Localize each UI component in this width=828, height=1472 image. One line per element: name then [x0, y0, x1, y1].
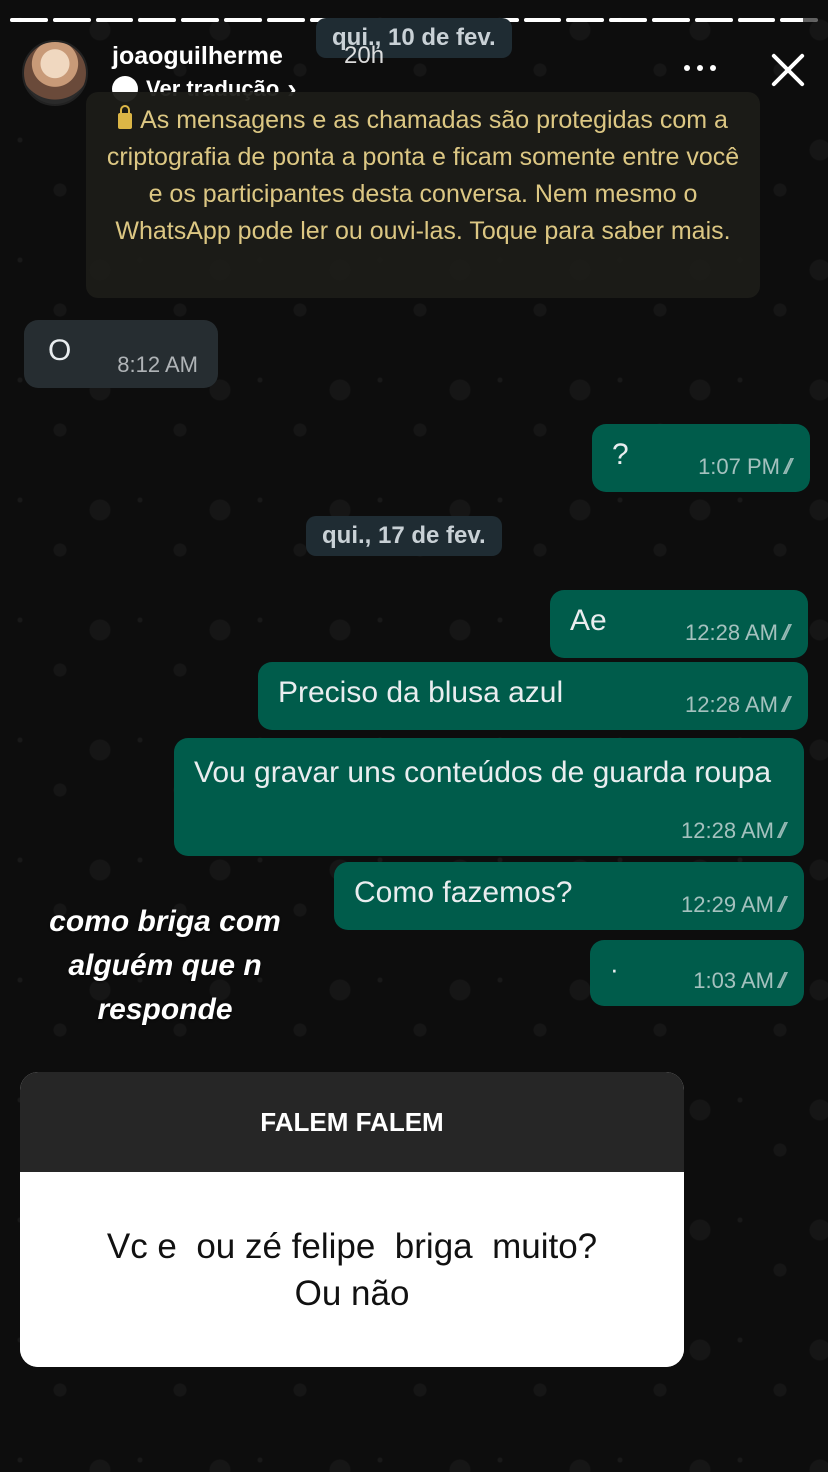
message-text: Como fazemos? — [354, 876, 573, 909]
message-bubble-outgoing[interactable]: · 1:03 AM // — [590, 940, 804, 1006]
message-meta: 1:07 PM // — [698, 454, 794, 480]
message-bubble-outgoing[interactable]: Preciso da blusa azul 12:28 AM // — [258, 662, 808, 730]
avatar[interactable] — [22, 40, 88, 106]
message-time: 1:07 PM — [698, 454, 780, 479]
lock-icon — [118, 105, 133, 129]
progress-segment — [138, 18, 177, 22]
message-text: Preciso da blusa azul — [278, 676, 564, 709]
more-options-icon[interactable] — [680, 58, 720, 78]
username[interactable]: joaoguilherme — [112, 42, 283, 71]
progress-segment — [223, 18, 262, 22]
question-sticker[interactable]: FALEM FALEM Vc e ou zé felipe briga muit… — [20, 1072, 684, 1367]
message-time: 12:28 AM — [685, 620, 778, 645]
progress-segment — [95, 18, 134, 22]
double-check-icon: // — [786, 454, 794, 480]
progress-segment — [694, 18, 733, 22]
message-meta: 1:03 AM // — [693, 968, 788, 994]
progress-segment — [651, 18, 690, 22]
progress-segment — [737, 18, 776, 22]
message-meta: 12:29 AM // — [681, 892, 788, 918]
encryption-notice[interactable]: As mensagens e as chamadas são protegida… — [86, 92, 760, 298]
encryption-notice-text: As mensagens e as chamadas são protegida… — [106, 106, 740, 245]
message-bubble-outgoing[interactable]: Como fazemos? 12:29 AM // — [334, 862, 804, 930]
question-header: FALEM FALEM — [20, 1072, 684, 1172]
close-icon[interactable] — [766, 48, 810, 92]
question-body: Vc e ou zé felipe briga muito? Ou não — [20, 1172, 684, 1367]
progress-segment — [523, 18, 562, 22]
double-check-icon: // — [780, 968, 788, 994]
progress-segment — [780, 18, 819, 22]
message-time: 12:28 AM — [681, 818, 774, 843]
progress-segment — [566, 18, 605, 22]
progress-segment — [52, 18, 91, 22]
double-check-icon: // — [784, 620, 792, 646]
progress-segment — [266, 18, 305, 22]
message-bubble-outgoing[interactable]: Ae 12:28 AM // — [550, 590, 808, 658]
double-check-icon: // — [780, 892, 788, 918]
progress-segment — [181, 18, 219, 22]
story-time-ago: 20h — [344, 42, 385, 69]
message-bubble-outgoing[interactable]: Vou gravar uns conteúdos de guarda roupa… — [174, 738, 804, 856]
message-meta: 12:28 AM // — [685, 692, 792, 718]
message-meta: 12:28 AM // — [681, 818, 788, 844]
story-caption: como briga com alguém que n responde — [49, 905, 281, 1026]
message-bubble-incoming[interactable]: O 8:12 AM — [24, 320, 218, 388]
message-time: 8:12 AM — [117, 352, 198, 377]
date-chip: qui., 17 de fev. — [306, 516, 502, 556]
message-text: Vou gravar uns conteúdos de guarda roupa — [194, 756, 772, 789]
message-time: 12:29 AM — [681, 892, 774, 917]
double-check-icon: // — [784, 692, 792, 718]
message-text: ? — [612, 438, 629, 471]
double-check-icon: // — [780, 818, 788, 844]
progress-segment — [10, 18, 48, 22]
message-text: · — [610, 954, 619, 984]
message-text: O — [48, 334, 72, 367]
progress-segment — [609, 18, 647, 22]
message-text: Ae — [570, 604, 607, 637]
message-time: 1:03 AM — [693, 968, 774, 993]
message-meta: 12:28 AM // — [685, 620, 792, 646]
message-time: 12:28 AM — [685, 692, 778, 717]
message-bubble-outgoing[interactable]: ? 1:07 PM // — [592, 424, 810, 492]
